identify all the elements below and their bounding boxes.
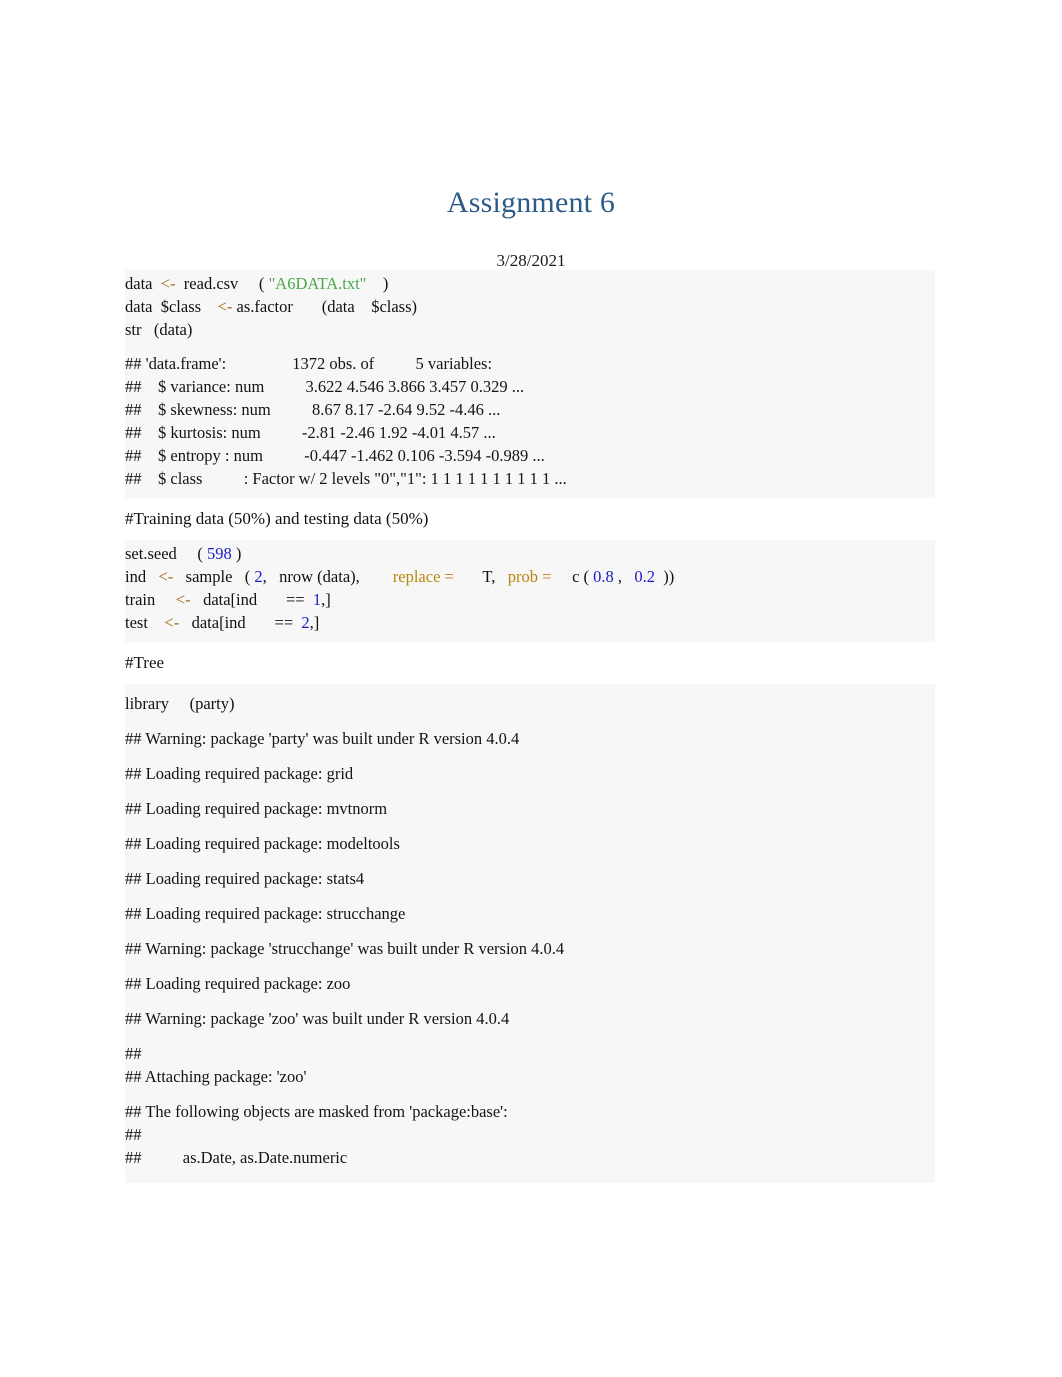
code-token-plain: , nrow (data),	[262, 567, 393, 586]
library-call-wrapper: library (party)	[125, 686, 935, 721]
document-content: data <- read.csv ( "A6DATA.txt" ) data $…	[125, 270, 935, 1183]
assign-operator-token: <-	[217, 297, 233, 316]
code-chunk-train-test-split: set.seed ( 598 ) ind <- sample ( 2, nrow…	[125, 540, 935, 642]
code-token-plain: data[ind ==	[190, 590, 313, 609]
number-literal-token: 2	[254, 567, 263, 586]
code-line: library (party)	[125, 694, 235, 713]
named-argument-token: prob =	[507, 567, 552, 586]
output-line: ## Loading required package: zoo	[125, 974, 351, 993]
code-line: test <- data[ind == 2,]	[125, 611, 935, 634]
message-loading-stats4: ## Loading required package: stats4	[125, 861, 935, 896]
code-token-plain: data[ind ==	[179, 613, 302, 632]
message-warning-zoo: ## Warning: package 'zoo' was built unde…	[125, 1001, 935, 1036]
code-token-plain: data $class	[125, 297, 218, 316]
output-line: ## Warning: package 'party' was built un…	[125, 729, 520, 748]
number-literal-token: 1	[312, 590, 322, 609]
number-literal-token: 2	[301, 613, 310, 632]
message-warning-strucchange: ## Warning: package 'strucchange' was bu…	[125, 931, 935, 966]
chunk-spacer	[125, 1175, 935, 1181]
message-warning-party: ## Warning: package 'party' was built un…	[125, 721, 935, 756]
message-loading-mvtnorm: ## Loading required package: mvtnorm	[125, 791, 935, 826]
code-line: data $class <- as.factor (data $class)	[125, 295, 935, 318]
code-token-plain: read.csv (	[175, 274, 269, 293]
output-line: ## Warning: package 'zoo' was built unde…	[125, 1009, 510, 1028]
chunk-spacer	[125, 634, 935, 640]
string-literal-token: "A6DATA.txt"	[268, 274, 367, 293]
output-line: ## Attaching package: 'zoo'	[125, 1067, 307, 1086]
code-line: train <- data[ind == 1,]	[125, 588, 935, 611]
code-token-plain: )	[366, 274, 389, 293]
code-token-plain: ,]	[321, 590, 331, 609]
assign-operator-token: <-	[158, 567, 174, 586]
output-line: ## Warning: package 'strucchange' was bu…	[125, 939, 565, 958]
number-literal-token: 0.8	[593, 567, 614, 586]
output-line: ## Loading required package: modeltools	[125, 834, 400, 853]
code-token-plain: ,	[613, 567, 635, 586]
code-token-plain: ind	[125, 567, 159, 586]
code-token-plain: data	[125, 274, 161, 293]
comment-training-split: #Training data (50%) and testing data (5…	[125, 498, 935, 540]
output-line: ## Loading required package: stats4	[125, 869, 365, 888]
output-line: ##	[125, 1125, 142, 1144]
assign-operator-token: <-	[160, 274, 176, 293]
assign-operator-token: <-	[175, 590, 191, 609]
code-line: set.seed ( 598 )	[125, 542, 935, 565]
code-token-plain: )	[231, 544, 242, 563]
code-token-plain: set.seed (	[125, 544, 208, 563]
assign-operator-token: <-	[164, 613, 180, 632]
output-line: ## $ entropy : num -0.447 -1.462 0.106 -…	[125, 446, 545, 465]
number-literal-token: 598	[207, 544, 232, 563]
chunk-spacer	[125, 341, 935, 352]
output-line: ## Loading required package: strucchange	[125, 904, 406, 923]
message-attaching-zoo: ## ## Attaching package: 'zoo'	[125, 1036, 935, 1094]
document-date: 3/28/2021	[496, 251, 566, 270]
message-loading-modeltools: ## Loading required package: modeltools	[125, 826, 935, 861]
comment-tree: #Tree	[125, 642, 935, 684]
output-line: ##	[125, 1044, 142, 1063]
code-token-plain: c (	[551, 567, 594, 586]
named-argument-token: replace =	[392, 567, 454, 586]
code-token-plain: train	[125, 590, 176, 609]
code-token-plain: T,	[453, 567, 508, 586]
message-masked-objects: ## The following objects are masked from…	[125, 1094, 935, 1175]
output-line: ## 'data.frame': 1372 obs. of 5 variable…	[125, 354, 493, 373]
code-token-plain: sample (	[173, 567, 255, 586]
message-loading-strucchange: ## Loading required package: strucchange	[125, 896, 935, 931]
code-line: data <- read.csv ( "A6DATA.txt" )	[125, 272, 935, 295]
number-literal-token: 0.2	[634, 567, 656, 586]
code-chunk-read-data: data <- read.csv ( "A6DATA.txt" ) data $…	[125, 270, 935, 498]
output-line: ## Loading required package: grid	[125, 764, 354, 783]
code-token-plain: ))	[655, 567, 675, 586]
output-line: ## $ variance: num 3.622 4.546 3.866 3.4…	[125, 377, 525, 396]
code-token-plain: as.factor (data $class)	[232, 297, 418, 316]
message-loading-grid: ## Loading required package: grid	[125, 756, 935, 791]
output-line: ## Loading required package: mvtnorm	[125, 799, 388, 818]
output-line: ## The following objects are masked from…	[125, 1102, 508, 1121]
output-line: ## as.Date, as.Date.numeric	[125, 1148, 348, 1167]
output-line: ## $ kurtosis: num -2.81 -2.46 1.92 -4.0…	[125, 423, 496, 442]
code-chunk-library-party: library (party) ## Warning: package 'par…	[125, 684, 935, 1183]
code-line: str (data)	[125, 320, 193, 339]
chunk-spacer	[125, 490, 935, 496]
output-line: ## $ class : Factor w/ 2 levels "0","1":…	[125, 469, 567, 488]
code-token-plain: ,]	[309, 613, 320, 632]
message-loading-zoo: ## Loading required package: zoo	[125, 966, 935, 1001]
document-page: Assignment 6 3/28/2021 data <- read.csv …	[0, 0, 1062, 1377]
page-title: Assignment 6	[446, 186, 616, 220]
code-token-plain: test	[125, 613, 165, 632]
code-line: ind <- sample ( 2, nrow (data), replace …	[125, 565, 935, 588]
output-line: ## $ skewness: num 8.67 8.17 -2.64 9.52 …	[125, 400, 501, 419]
